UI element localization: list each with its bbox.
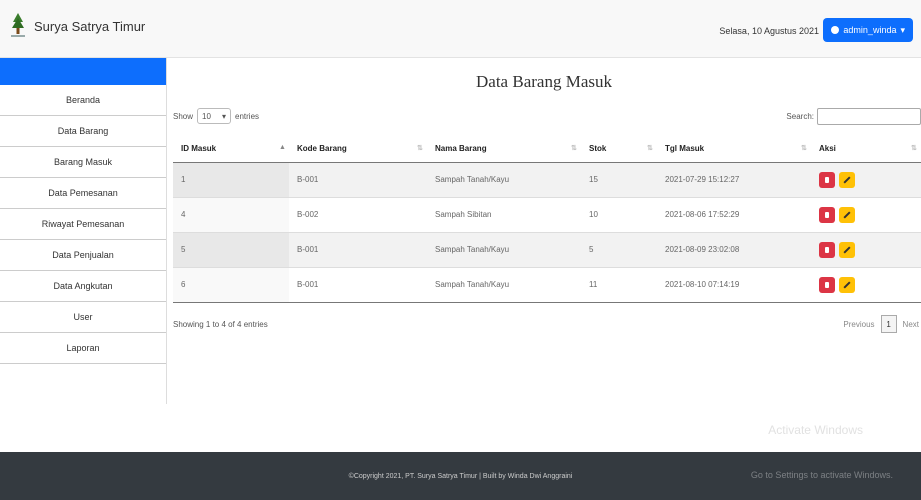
sidebar-item-barang-masuk[interactable]: Barang Masuk <box>0 147 166 178</box>
sidebar-header <box>0 58 166 85</box>
cell-kode: B-001 <box>289 232 427 268</box>
sidebar-item-user[interactable]: User <box>0 302 166 333</box>
col-aksi[interactable]: Aksi ⇅ <box>811 136 921 163</box>
cell-tgl: 2021-08-10 07:14:19 <box>657 267 811 303</box>
col-stok[interactable]: Stok ⇅ <box>581 136 657 163</box>
edit-pencil-icon[interactable] <box>839 206 855 223</box>
sidebar-item-data-angkutan[interactable]: Data Angkutan <box>0 271 166 302</box>
table-row: 6 B-001 Sampah Tanah/Kayu 11 2021-08-10 … <box>173 267 921 303</box>
cell-tgl: 2021-08-09 23:02:08 <box>657 232 811 268</box>
cell-id: 5 <box>173 232 289 268</box>
search-input[interactable] <box>817 108 921 125</box>
show-label: Show <box>173 111 194 121</box>
table-row: 5 B-001 Sampah Tanah/Kayu 5 2021-08-09 2… <box>173 232 921 268</box>
pagination-next[interactable]: Next <box>903 320 919 329</box>
delete-trash-icon[interactable] <box>819 171 835 188</box>
sidebar-item-beranda[interactable]: Beranda <box>0 85 166 116</box>
brand[interactable]: Surya Satrya Timur <box>10 12 145 40</box>
sidebar: Beranda Data Barang Barang Masuk Data Pe… <box>0 58 167 404</box>
table-row: 1 B-001 Sampah Tanah/Kayu 15 2021-07-29 … <box>173 162 921 198</box>
show-entries: Show 10 ▾ entries <box>173 108 259 124</box>
sidebar-item-data-barang[interactable]: Data Barang <box>0 116 166 147</box>
cell-aksi <box>811 197 921 233</box>
cell-stok: 11 <box>581 267 657 303</box>
caret-down-icon: ▾ <box>900 24 905 35</box>
delete-trash-icon[interactable] <box>819 276 835 293</box>
sort-icon: ⇅ <box>911 145 917 152</box>
sort-icon: ⇅ <box>647 145 653 152</box>
delete-trash-icon[interactable] <box>819 206 835 223</box>
activate-windows-title: Activate Windows <box>768 423 863 437</box>
table-header-row: ID Masuk ▲ Kode Barang ⇅ Nama Barang ⇅ Stok… <box>173 136 921 163</box>
col-id-masuk[interactable]: ID Masuk ▲ <box>173 136 289 163</box>
user-name: admin_winda <box>843 25 897 35</box>
cell-nama: Sampah Tanah/Kayu <box>427 267 581 303</box>
sort-icon: ⇅ <box>571 145 577 152</box>
cell-nama: Sampah Tanah/Kayu <box>427 162 581 198</box>
cell-id: 1 <box>173 162 289 198</box>
sidebar-item-data-pemesanan[interactable]: Data Pemesanan <box>0 178 166 209</box>
edit-pencil-icon[interactable] <box>839 171 855 188</box>
current-date: Selasa, 10 Agustus 2021 <box>719 26 819 36</box>
cell-id: 6 <box>173 267 289 303</box>
entries-label: entries <box>235 111 260 121</box>
entries-value: 10 <box>202 111 211 121</box>
user-menu-button[interactable]: admin_winda ▾ <box>823 18 913 42</box>
cell-nama: Sampah Tanah/Kayu <box>427 232 581 268</box>
brand-name: Surya Satrya Timur <box>34 18 146 34</box>
cell-aksi <box>811 162 921 198</box>
cell-tgl: 2021-07-29 15:12:27 <box>657 162 811 198</box>
entries-select[interactable]: 10 ▾ <box>197 108 232 124</box>
search-label: Search: <box>786 112 814 121</box>
cell-aksi <box>811 232 921 268</box>
top-navbar: Surya Satrya Timur Selasa, 10 Agustus 20… <box>0 0 921 58</box>
col-kode-barang[interactable]: Kode Barang ⇅ <box>289 136 427 163</box>
cell-stok: 5 <box>581 232 657 268</box>
cell-stok: 10 <box>581 197 657 233</box>
pagination: Previous 1 Next <box>843 315 919 333</box>
activate-windows-subtitle: Go to Settings to activate Windows. <box>750 470 893 480</box>
delete-trash-icon[interactable] <box>819 241 835 258</box>
main-content: Data Barang Masuk Show 10 ▾ entries Sear… <box>167 58 921 452</box>
chevron-down-icon: ▾ <box>222 111 227 121</box>
sidebar-item-data-penjualan[interactable]: Data Penjualan <box>0 240 166 271</box>
sort-icon: ⇅ <box>801 145 807 152</box>
page-title: Data Barang Masuk <box>476 72 612 91</box>
cell-aksi <box>811 267 921 303</box>
col-nama-barang[interactable]: Nama Barang ⇅ <box>427 136 581 163</box>
edit-pencil-icon[interactable] <box>839 276 855 293</box>
tree-logo-icon <box>11 13 25 37</box>
cell-kode: B-002 <box>289 197 427 233</box>
cell-nama: Sampah Sibitan <box>427 197 581 233</box>
table-row: 4 B-002 Sampah Sibitan 10 2021-08-06 17:… <box>173 197 921 233</box>
search-box: Search: <box>786 108 921 125</box>
col-tgl-masuk[interactable]: Tgl Masuk ⇅ <box>657 136 811 163</box>
pagination-previous[interactable]: Previous <box>843 320 874 329</box>
sort-asc-icon: ▲ <box>279 144 286 151</box>
cell-kode: B-001 <box>289 162 427 198</box>
cell-id: 4 <box>173 197 289 233</box>
cell-tgl: 2021-08-06 17:52:29 <box>657 197 811 233</box>
pagination-page-1[interactable]: 1 <box>880 315 897 333</box>
sidebar-item-riwayat-pemesanan[interactable]: Riwayat Pemesanan <box>0 209 166 240</box>
table-info: Showing 1 to 4 of 4 entries <box>173 320 268 329</box>
user-icon <box>831 26 840 34</box>
sidebar-item-laporan[interactable]: Laporan <box>0 333 166 364</box>
edit-pencil-icon[interactable] <box>839 241 855 258</box>
data-table: ID Masuk ▲ Kode Barang ⇅ Nama Barang ⇅ Stok… <box>173 136 921 303</box>
cell-kode: B-001 <box>289 267 427 303</box>
cell-stok: 15 <box>581 162 657 198</box>
sort-icon: ⇅ <box>417 145 423 152</box>
